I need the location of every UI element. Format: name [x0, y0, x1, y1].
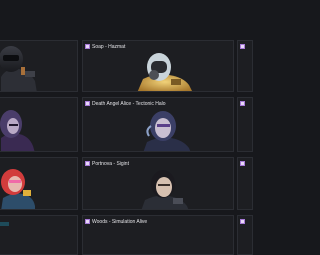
operator-card-woods-simulation-alive[interactable]: Woods - Simulation Alive — [82, 215, 234, 255]
operator-card-death-angel-alice[interactable]: Death Angel Alice - Tectonic Halo — [82, 97, 234, 152]
operator-card[interactable] — [0, 157, 78, 210]
operator-skin-grid: Soap - Hazmat Death Angel Alice - Tecton… — [0, 0, 253, 255]
operator-skin-name: Soap - Hazmat — [92, 43, 126, 50]
operator-card[interactable] — [237, 40, 253, 92]
operator-card-header — [238, 158, 252, 169]
operator-card[interactable] — [0, 97, 78, 152]
operator-portrait-red-pink-operator — [0, 158, 77, 209]
operator-rarity-icon — [240, 161, 245, 166]
operator-card-soap-hazmat[interactable]: Soap - Hazmat — [82, 40, 234, 92]
operator-rarity-icon — [85, 161, 90, 166]
operator-card[interactable] — [0, 215, 78, 255]
operator-card[interactable] — [237, 157, 253, 210]
operator-portrait-gold-hazmat-suit — [123, 45, 203, 91]
operator-card-header: Woods - Simulation Alive — [83, 216, 233, 227]
operator-rarity-icon — [85, 219, 90, 224]
operator-card-header — [238, 98, 252, 109]
operator-portrait — [0, 216, 77, 254]
operator-rarity-icon — [240, 44, 245, 49]
operator-rarity-icon — [85, 44, 90, 49]
operator-rarity-icon — [240, 101, 245, 106]
operator-portrait-purple-hooded-figure — [0, 98, 77, 151]
operator-portrait-dark-haired-female — [133, 164, 203, 209]
operator-card-portnova-sigint[interactable]: Portnova - Sigint — [82, 157, 234, 210]
operator-card-header — [238, 216, 252, 227]
operator-card-header — [238, 41, 252, 52]
operator-rarity-icon — [85, 101, 90, 106]
operator-portrait-purple-halo-female — [133, 106, 203, 151]
operator-card[interactable] — [237, 215, 253, 255]
operator-skin-name: Portnova - Sigint — [92, 160, 129, 167]
operator-card[interactable] — [0, 40, 78, 92]
operator-skin-name: Woods - Simulation Alive — [92, 218, 148, 225]
operator-rarity-icon — [240, 219, 245, 224]
operator-card[interactable] — [237, 97, 253, 152]
operator-portrait-soldier-dark-helmet — [0, 41, 77, 91]
